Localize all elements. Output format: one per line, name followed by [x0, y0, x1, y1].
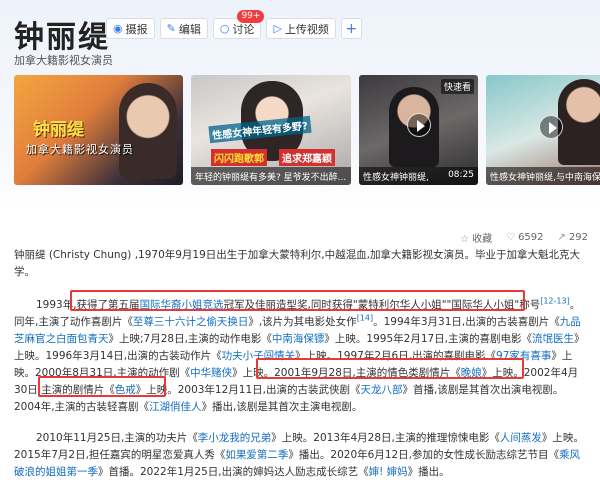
like-count: 6592 [518, 232, 544, 243]
link[interactable]: 中南海保镖 [272, 333, 325, 345]
lemma-header: 钟丽缇 加拿大籍影视女演员 ◉ 摄报 ✎ 编辑 ○ 讨论 99+ ▷ 上传视频 … [0, 0, 600, 210]
page-title: 钟丽缇 [14, 20, 110, 55]
text: 》上映;7月28日,主演的动作电影《 [108, 333, 272, 345]
page-subtitle: 加拿大籍影视女演员 [14, 54, 113, 67]
intro-paragraph: 钟丽缇 (Christy Chung) ,1970年9月19日出生于加拿大蒙特利… [14, 249, 580, 278]
action-bar: ◉ 摄报 ✎ 编辑 ○ 讨论 99+ ▷ 上传视频 + [106, 10, 362, 39]
link[interactable]: 97家有喜事 [496, 350, 551, 362]
portrait-image [119, 83, 177, 179]
video-headline-tag: 闪闪跑歌郭 [211, 149, 267, 166]
collect-button[interactable]: ☆ 收藏 [460, 230, 492, 245]
album-title: 钟丽缇 [33, 120, 84, 140]
portrait-image [558, 79, 600, 165]
media-carousel: 钟丽缇 加拿大籍影视女演员 性感女神年轻有多野? 闪闪跑歌郭 追求郑嘉颖 年轻的… [14, 75, 600, 185]
collect-label: 收藏 [472, 234, 493, 245]
report-label: 摄报 [125, 22, 148, 36]
text: 》上映。1995年2月17日,主演的喜剧电影《 [324, 333, 533, 345]
link[interactable]: 色戒 [115, 384, 136, 396]
link[interactable]: 功夫小子闯情关 [222, 350, 296, 362]
upload-video-icon: ▷ [273, 22, 282, 35]
media-card-video-2[interactable]: 快速看 性感女神钟丽缇, 08:25 [359, 75, 478, 185]
stats-bar: ☆ 收藏 ♡ 6592 ↗ 292 [460, 230, 588, 245]
video-caption: 年轻的钟丽缇有多美? 星爷发不出醉... [191, 167, 351, 185]
play-icon[interactable] [407, 113, 431, 137]
video-caption: 性感女神钟丽缇, [363, 173, 429, 183]
link[interactable]: 国际华裔小姐竞选 [140, 299, 224, 311]
link[interactable]: 流氓医生 [532, 333, 574, 345]
link[interactable]: 李小龙我的兄弟 [198, 432, 272, 444]
media-card-video-3[interactable]: 性感女神钟丽缇,与中南海保镖李连... [486, 75, 600, 185]
text: 》上映。2001年9月28日,主演的情色类剧情片《 [232, 367, 461, 379]
citation[interactable]: [12-13] [540, 297, 570, 306]
like-button[interactable]: ♡ 6592 [506, 232, 543, 243]
report-button[interactable]: ◉ 摄报 [106, 18, 155, 39]
camera-icon: ◉ [113, 22, 123, 35]
discuss-count-badge: 99+ [237, 10, 265, 23]
text: 。1994年3月31日,出演的古装喜剧片《 [373, 316, 560, 328]
thumbs-up-icon: ♡ [506, 232, 516, 243]
link[interactable]: 如果爱第二季 [225, 449, 288, 461]
media-card-video-1[interactable]: 性感女神年轻有多野? 闪闪跑歌郭 追求郑嘉颖 年轻的钟丽缇有多美? 星爷发不出醉… [191, 75, 351, 185]
chat-icon: ○ [219, 22, 230, 35]
video-duration: 08:25 [448, 170, 474, 180]
text: 》播出,该剧是其首次主演电视剧。 [201, 401, 363, 413]
link[interactable]: 人间蒸发 [500, 432, 542, 444]
share-button[interactable]: ↗ 292 [558, 232, 588, 243]
share-icon: ↗ [557, 232, 566, 243]
link[interactable]: 天龙八部 [360, 384, 402, 396]
text: 》首播。2022年1月25日,出演的婶妈达人励志成长综艺《 [98, 466, 369, 478]
video-tag: 快速看 [440, 79, 474, 94]
video-caption-bar: 性感女神钟丽缇,与中南海保镖李连... [486, 167, 600, 185]
edit-icon: ✎ [166, 22, 176, 35]
video-caption-bar: 性感女神钟丽缇, 08:25 [359, 167, 478, 185]
video-caption: 性感女神钟丽缇,与中南海保镖李连... [490, 173, 600, 183]
later-career-paragraph: 2010年11月25日,主演的功夫片《李小龙我的兄弟》上映。2013年4月28日… [14, 430, 586, 481]
text: 冠军及佳丽造型奖,同时获得"蒙特利尔华人小姐""国际华人小姐"称号 [223, 299, 541, 311]
text: 》播出。2020年6月12日,参加的女性成长励志综艺节目《 [288, 449, 560, 461]
media-card-album[interactable]: 钟丽缇 加拿大籍影视女演员 [14, 75, 183, 185]
link[interactable]: 晚娘 [461, 367, 482, 379]
citation[interactable]: [14] [357, 314, 373, 323]
link[interactable]: 中华赌侠 [190, 367, 232, 379]
text: 2010年11月25日,主演的功夫片《 [36, 432, 198, 444]
text: 》上映。2003年12月11日,出演的古装武侠剧《 [135, 384, 361, 396]
upload-video-label: 上传视频 [284, 22, 329, 36]
star-icon: ☆ [460, 234, 470, 245]
share-count: 292 [568, 232, 588, 243]
text: 1993年,获得了第五届 [36, 299, 140, 311]
edit-label: 编辑 [178, 22, 201, 36]
add-button[interactable]: + [340, 18, 362, 39]
text: 》,该片为其电影处女作 [248, 316, 357, 328]
link[interactable]: 江湖俏佳人 [149, 401, 202, 413]
text: 》上映。1997年2月6日,出演的喜剧电影《 [295, 350, 497, 362]
upload-video-button[interactable]: ▷ 上传视频 [266, 18, 336, 39]
career-paragraph: 1993年,获得了第五届国际华裔小姐竞选冠军及佳丽造型奖,同时获得"蒙特利尔华人… [14, 297, 586, 416]
edit-button[interactable]: ✎ 编辑 [159, 18, 208, 39]
album-subtitle: 加拿大籍影视女演员 [26, 143, 134, 156]
link[interactable]: 婶! 婶妈 [369, 466, 408, 478]
link[interactable]: 至尊三十六计之偷天换日 [133, 316, 249, 328]
play-icon[interactable] [539, 115, 563, 139]
discuss-button[interactable]: ○ 讨论 99+ [212, 10, 265, 39]
video-headline-tag: 追求郑嘉颖 [279, 149, 335, 166]
text: 》播出。 [407, 466, 450, 478]
text: 》上映。2013年4月28日,主演的推理惊悚电影《 [271, 432, 500, 444]
plus-icon: + [345, 20, 358, 37]
